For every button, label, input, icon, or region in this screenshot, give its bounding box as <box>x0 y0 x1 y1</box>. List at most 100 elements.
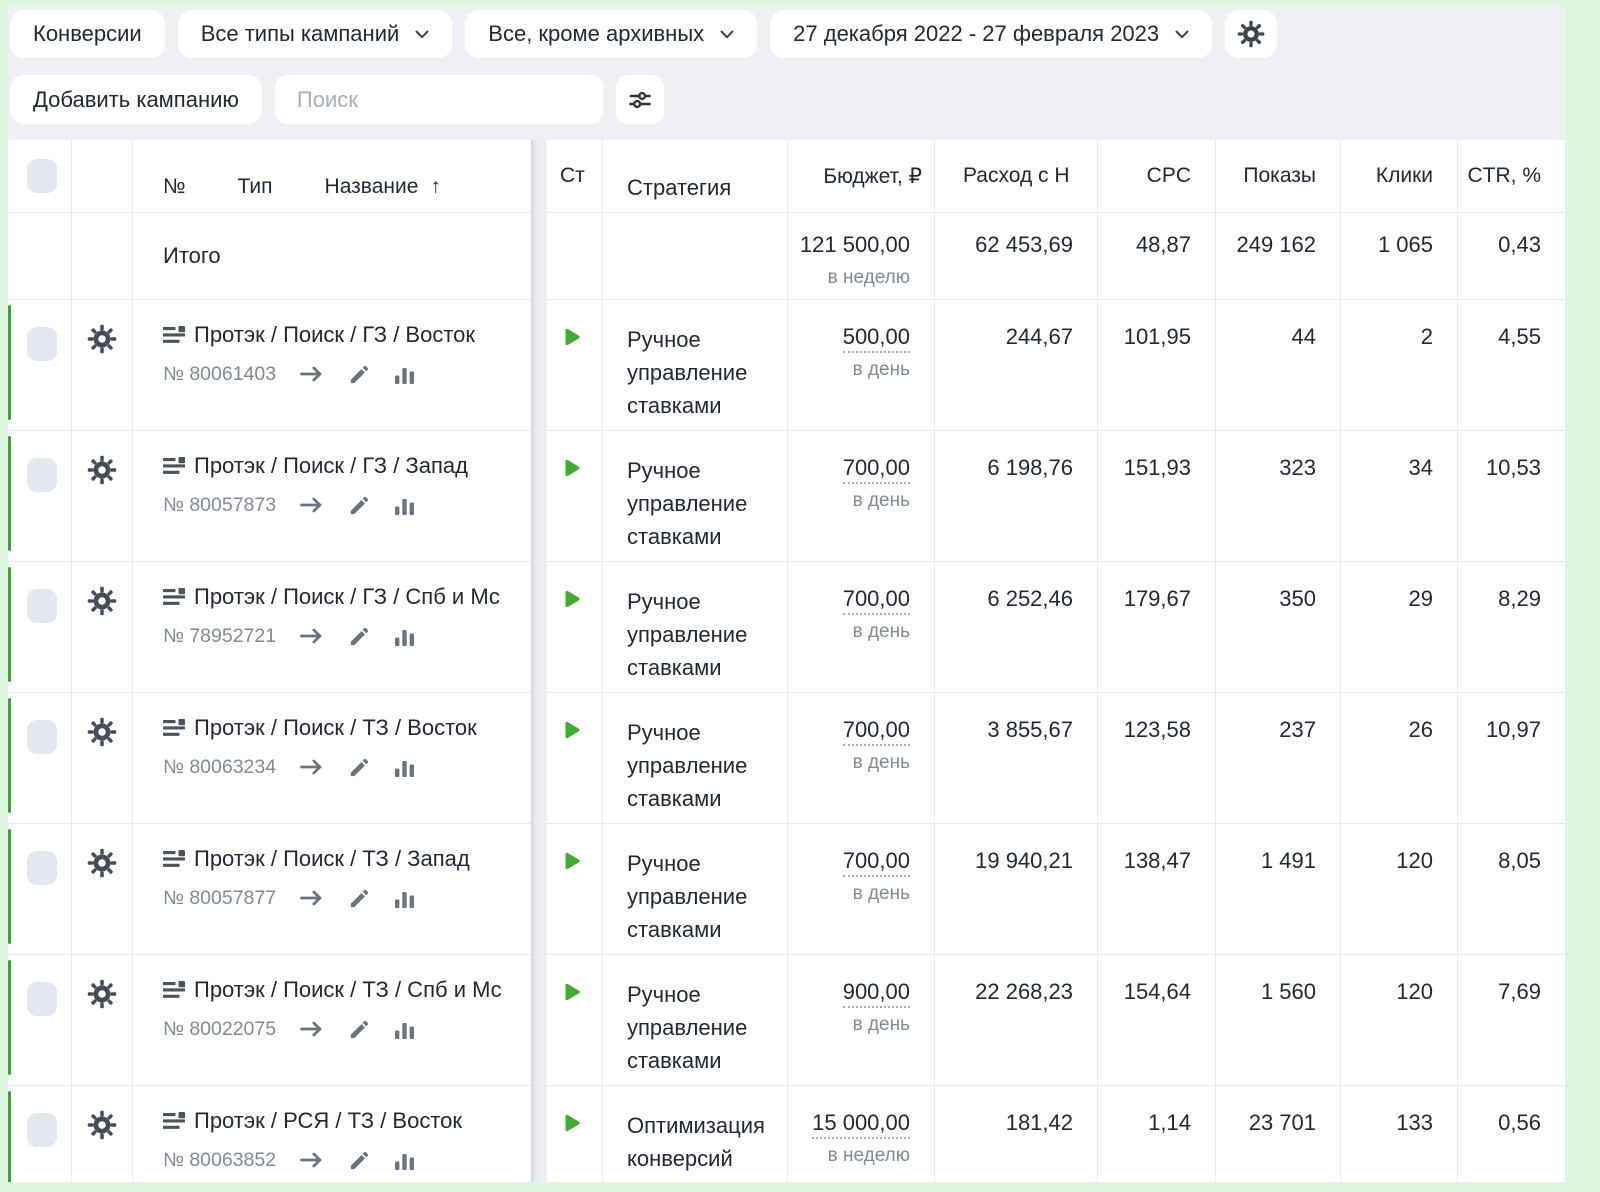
campaign-name[interactable]: Протэк / Поиск / ГЗ / Запад <box>194 453 468 479</box>
totals-clicks: 1 065 <box>1341 213 1458 299</box>
goto-campaign-button[interactable] <box>299 758 325 776</box>
strategy-cell[interactable]: Ручное управление ставками <box>603 300 788 430</box>
search-input[interactable] <box>275 75 603 124</box>
arrow-right-icon <box>299 365 325 383</box>
budget-value[interactable]: 700,00 <box>843 848 910 877</box>
budget-period: в день <box>788 752 910 774</box>
gear-icon <box>87 848 117 878</box>
campaign-settings-button[interactable] <box>87 324 117 354</box>
bar-chart-icon <box>394 364 415 385</box>
goto-campaign-button[interactable] <box>299 1020 325 1038</box>
edit-campaign-button[interactable] <box>348 363 371 386</box>
strategy-cell[interactable]: Ручное управление ставками <box>603 562 788 692</box>
active-indicator <box>8 960 11 1075</box>
header-strategy[interactable]: Стратегия <box>603 140 788 212</box>
row-checkbox[interactable] <box>27 851 57 885</box>
budget-value[interactable]: 900,00 <box>843 979 910 1008</box>
row-checkbox[interactable] <box>27 327 57 361</box>
edit-campaign-button[interactable] <box>348 1018 371 1041</box>
campaign-number: № 80057873 <box>163 494 276 517</box>
totals-row: Итого 121 500,00 в неделю 62 453,69 48,8… <box>8 213 1566 300</box>
campaign-name[interactable]: Протэк / РСЯ / ТЗ / Восток <box>194 1108 462 1134</box>
header-cpc[interactable]: CPC <box>1098 140 1216 212</box>
budget-period: в день <box>788 621 910 643</box>
campaign-settings-button[interactable] <box>87 586 117 616</box>
goto-campaign-button[interactable] <box>299 627 325 645</box>
header-name[interactable]: Название <box>325 175 419 199</box>
header-ctr[interactable]: CTR, % <box>1458 140 1566 212</box>
edit-campaign-button[interactable] <box>348 756 371 779</box>
campaign-settings-button[interactable] <box>87 848 117 878</box>
campaign-name[interactable]: Протэк / Поиск / ГЗ / Спб и Мс <box>194 584 500 610</box>
strategy-cell[interactable]: Ручное управление ставками <box>603 824 788 954</box>
edit-campaign-button[interactable] <box>348 494 371 517</box>
budget-value[interactable]: 700,00 <box>843 455 910 484</box>
strategy-cell[interactable]: Ручное управление ставками <box>603 693 788 823</box>
pencil-icon <box>348 1149 371 1172</box>
filter-button[interactable] <box>616 75 664 124</box>
campaign-name[interactable]: Протэк / Поиск / ТЗ / Спб и Мс <box>194 977 502 1003</box>
settings-button[interactable] <box>1225 10 1277 58</box>
campaign-name[interactable]: Протэк / Поиск / ГЗ / Восток <box>194 322 475 348</box>
active-indicator <box>8 1091 11 1182</box>
campaign-stats-button[interactable] <box>394 495 415 516</box>
text-campaign-icon <box>163 588 185 606</box>
add-campaign-button[interactable]: Добавить кампанию <box>10 75 262 124</box>
campaign-settings-button[interactable] <box>87 717 117 747</box>
budget-value[interactable]: 15 000,00 <box>812 1110 910 1139</box>
goto-campaign-button[interactable] <box>299 365 325 383</box>
campaign-settings-button[interactable] <box>87 455 117 485</box>
budget-value[interactable]: 700,00 <box>843 717 910 746</box>
campaign-stats-button[interactable] <box>394 364 415 385</box>
strategy-cell[interactable]: Оптимизация конверсий <box>603 1086 788 1182</box>
clicks-value: 120 <box>1341 824 1458 954</box>
row-checkbox[interactable] <box>27 458 57 492</box>
row-checkbox[interactable] <box>27 1113 57 1147</box>
campaign-name[interactable]: Протэк / Поиск / ТЗ / Восток <box>194 715 477 741</box>
strategy-cell[interactable]: Ручное управление ставками <box>603 431 788 561</box>
header-clicks[interactable]: Клики <box>1341 140 1458 212</box>
campaign-stats-button[interactable] <box>394 757 415 778</box>
edit-campaign-button[interactable] <box>348 1149 371 1172</box>
edit-campaign-button[interactable] <box>348 887 371 910</box>
pencil-icon <box>348 625 371 648</box>
chevron-down-icon <box>1175 30 1189 39</box>
row-checkbox[interactable] <box>27 720 57 754</box>
clicks-value: 120 <box>1341 955 1458 1085</box>
budget-value[interactable]: 500,00 <box>843 324 910 353</box>
edit-campaign-button[interactable] <box>348 625 371 648</box>
campaign-settings-button[interactable] <box>87 1110 117 1140</box>
totals-spend: 62 453,69 <box>935 213 1098 299</box>
strategy-cell[interactable]: Ручное управление ставками <box>603 955 788 1085</box>
header-budget[interactable]: Бюджет, ₽ <box>788 140 935 212</box>
header-spend[interactable]: Расход с Н <box>935 140 1098 212</box>
row-checkbox[interactable] <box>27 589 57 623</box>
campaign-settings-button[interactable] <box>87 979 117 1009</box>
campaigns-table: № Тип Название ↑ Ст Стратегия Бюджет, ₽ … <box>8 140 1566 1182</box>
date-range-dropdown[interactable]: 27 декабря 2022 - 27 февраля 2023 <box>770 10 1212 58</box>
table-body: Протэк / Поиск / ГЗ / Восток № 80061403 <box>8 300 1566 1182</box>
campaign-types-dropdown[interactable]: Все типы кампаний <box>178 10 453 58</box>
chevron-down-icon <box>720 30 734 39</box>
header-status[interactable]: Ст <box>547 140 603 212</box>
table-header: № Тип Название ↑ Ст Стратегия Бюджет, ₽ … <box>8 140 1566 213</box>
campaign-name[interactable]: Протэк / Поиск / ТЗ / Запад <box>194 846 470 872</box>
goto-campaign-button[interactable] <box>299 889 325 907</box>
cpc-value: 123,58 <box>1098 693 1216 823</box>
campaign-stats-button[interactable] <box>394 888 415 909</box>
archive-filter-dropdown[interactable]: Все, кроме архивных <box>465 10 757 58</box>
campaign-stats-button[interactable] <box>394 1150 415 1171</box>
goto-campaign-button[interactable] <box>299 1151 325 1169</box>
header-impressions[interactable]: Показы <box>1216 140 1341 212</box>
campaign-stats-button[interactable] <box>394 626 415 647</box>
select-all-checkbox[interactable] <box>27 159 57 193</box>
spend-value: 3 855,67 <box>935 693 1098 823</box>
row-checkbox[interactable] <box>27 982 57 1016</box>
campaign-stats-button[interactable] <box>394 1019 415 1040</box>
goto-campaign-button[interactable] <box>299 496 325 514</box>
pencil-icon <box>348 1018 371 1041</box>
header-name-group: № Тип Название ↑ <box>133 140 531 212</box>
budget-value[interactable]: 700,00 <box>843 586 910 615</box>
sort-ascending-icon[interactable]: ↑ <box>430 175 441 199</box>
conversions-button[interactable]: Конверсии <box>10 10 165 58</box>
